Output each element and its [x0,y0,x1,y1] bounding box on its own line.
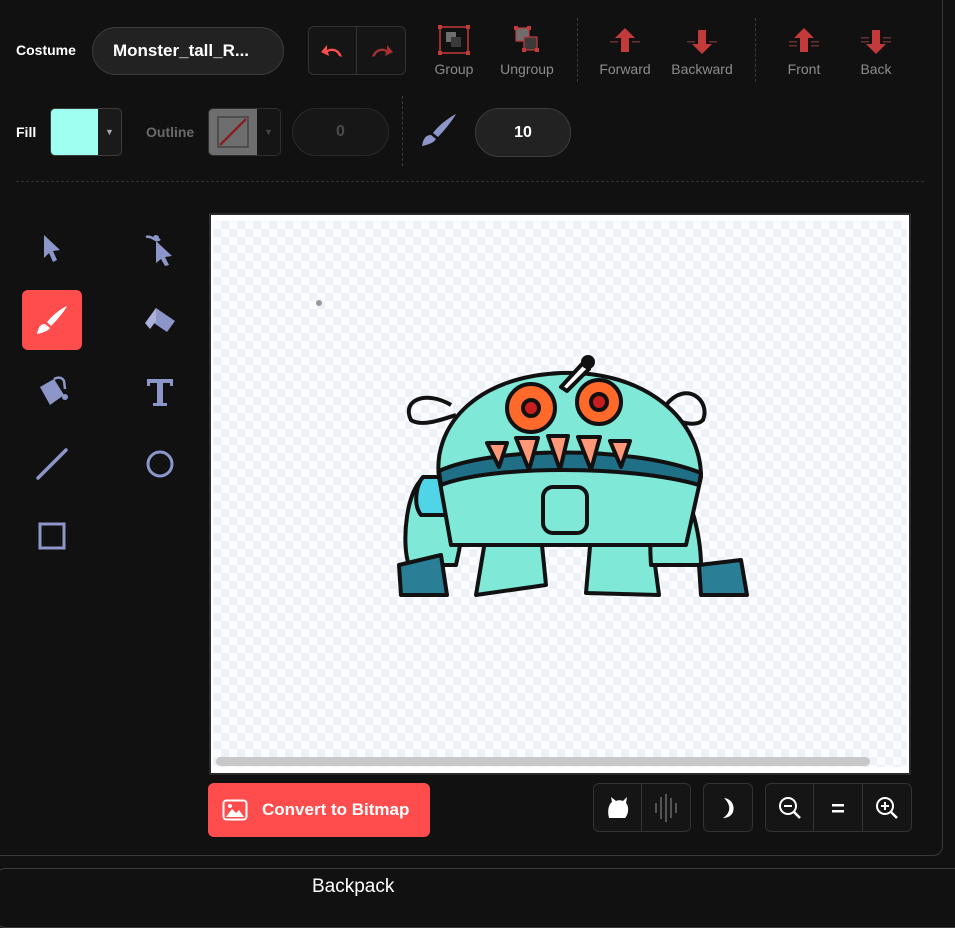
rectangle-tool[interactable] [22,506,82,566]
front-icon [789,28,819,52]
zoom-group [765,783,912,832]
outline-width-input[interactable]: 0 [292,108,389,156]
cat-mode-button[interactable] [594,784,643,831]
zoom-out-icon [778,796,801,819]
sound-wave-icon [655,793,677,822]
front-label: Front [787,61,821,77]
image-icon [222,799,248,821]
fill-color-picker[interactable]: ▼ [50,108,122,156]
dark-mode-group [703,783,753,832]
forward-label: Forward [599,61,651,77]
brush-size-input[interactable]: 10 [475,108,571,157]
cat-icon [607,796,628,818]
toolbar-divider [402,96,403,166]
no-color-icon [217,116,249,148]
sound-wave-button[interactable] [642,784,690,831]
forward-button[interactable]: Forward [594,26,656,77]
canvas-horizontal-scrollbar[interactable] [216,757,870,766]
costume-name-input[interactable]: Monster_tall_R... [92,27,284,75]
text-tool[interactable] [130,362,190,422]
undo-icon [320,44,342,57]
back-icon [861,30,891,54]
back-button[interactable]: Back [850,26,902,77]
fill-label: Fill [16,124,37,140]
forward-icon [610,28,640,52]
chevron-down-icon: ▼ [105,127,114,137]
stray-dot [316,300,322,306]
dark-mode-button[interactable] [704,784,752,831]
redo-icon [372,44,393,57]
backward-button[interactable]: Backward [666,26,738,77]
chevron-down-icon: ▼ [264,127,273,137]
outline-color-swatch [209,109,257,155]
zoom-in-button[interactable] [863,784,911,831]
brush-tool[interactable] [22,290,82,350]
rectangle-icon [38,522,66,550]
back-label: Back [860,61,892,77]
ungroup-icon [514,26,539,52]
zoom-in-icon [875,796,898,819]
onion-mode-group [593,783,691,832]
convert-to-bitmap-button[interactable]: Convert to Bitmap [208,783,430,837]
select-arrow-icon [44,235,60,262]
fill-tool[interactable] [22,362,82,422]
group-label: Group [434,61,474,77]
fill-color-swatch [51,109,98,155]
brush-icon [37,306,67,334]
ungroup-label: Ungroup [500,61,554,77]
eraser-icon [145,308,175,332]
toolbar-divider [755,18,756,82]
outline-color-picker[interactable]: ▼ [208,108,281,156]
monster-sprite [397,355,749,597]
group-button[interactable]: Group [426,24,482,77]
outline-label: Outline [146,124,195,140]
group-icon [438,25,470,55]
backpack-panel[interactable] [0,868,955,928]
circle-tool[interactable] [130,434,190,494]
line-icon [36,448,68,480]
circle-icon [146,450,174,478]
toolbar-divider [577,18,578,82]
backward-label: Backward [671,61,733,77]
zoom-out-button[interactable] [766,784,815,831]
line-tool[interactable] [22,434,82,494]
ungroup-button[interactable]: Ungroup [494,24,560,77]
undo-redo-group [308,26,406,75]
eraser-tool[interactable] [130,290,190,350]
undo-button[interactable] [309,27,358,74]
front-button[interactable]: Front [776,26,832,77]
brush-size-icon [418,112,460,155]
toolbar-bottom-divider [16,181,924,182]
moon-icon [723,797,734,818]
select-tool[interactable] [22,218,82,278]
backward-icon [687,30,717,54]
canvas-artwork [316,300,749,597]
costume-label: Costume [16,42,76,58]
redo-button[interactable] [357,27,405,74]
text-icon [147,379,173,406]
paint-canvas[interactable] [209,213,911,775]
reshape-icon [145,235,172,266]
reshape-tool[interactable] [130,218,190,278]
backpack-label: Backpack [312,876,395,897]
paint-bucket-icon [40,376,68,405]
zoom-reset-button[interactable] [814,784,863,831]
convert-to-bitmap-label: Convert to Bitmap [262,800,410,819]
equals-icon [832,803,845,812]
